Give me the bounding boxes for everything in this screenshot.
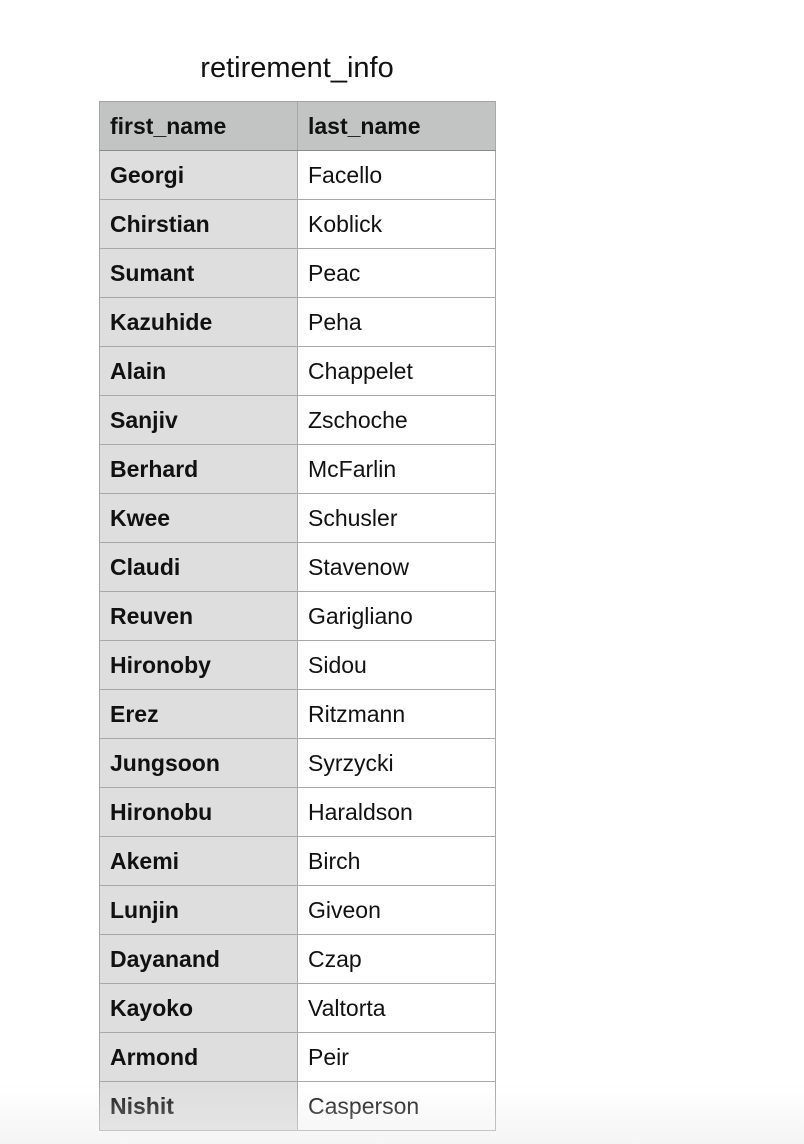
cell-last-name[interactable]: Zschoche: [297, 395, 496, 445]
cell-last-name[interactable]: Czap: [297, 934, 496, 984]
cell-last-name[interactable]: Koblick: [297, 199, 496, 249]
table-row: Dayanand Czap: [99, 934, 496, 984]
table-row: Jungsoon Syrzycki: [99, 738, 496, 788]
cell-last-name[interactable]: Ritzmann: [297, 689, 496, 739]
cell-last-name[interactable]: Garigliano: [297, 591, 496, 641]
table-row: Kwee Schusler: [99, 493, 496, 543]
table-row: Hironobu Haraldson: [99, 787, 496, 837]
cell-first-name[interactable]: Nishit: [99, 1081, 298, 1131]
table-row: Akemi Birch: [99, 836, 496, 886]
cell-last-name[interactable]: Giveon: [297, 885, 496, 935]
table-row: Kazuhide Peha: [99, 297, 496, 347]
table-title: retirement_info: [200, 52, 394, 84]
cell-first-name[interactable]: Berhard: [99, 444, 298, 494]
cell-first-name[interactable]: Kayoko: [99, 983, 298, 1033]
cell-first-name[interactable]: Armond: [99, 1032, 298, 1082]
cell-last-name[interactable]: Birch: [297, 836, 496, 886]
table-row: Berhard McFarlin: [99, 444, 496, 494]
cell-first-name[interactable]: Reuven: [99, 591, 298, 641]
table-row: Georgi Facello: [99, 150, 496, 200]
header-row: first_name last_name: [99, 101, 496, 151]
cell-first-name[interactable]: Kwee: [99, 493, 298, 543]
cell-first-name[interactable]: Hironobu: [99, 787, 298, 837]
table-row: Kayoko Valtorta: [99, 983, 496, 1033]
cell-first-name[interactable]: Erez: [99, 689, 298, 739]
table-row: Erez Ritzmann: [99, 689, 496, 739]
cell-first-name[interactable]: Sanjiv: [99, 395, 298, 445]
cell-first-name[interactable]: Hironoby: [99, 640, 298, 690]
cell-last-name[interactable]: Sidou: [297, 640, 496, 690]
cell-first-name[interactable]: Chirstian: [99, 199, 298, 249]
table-body: Georgi Facello Chirstian Koblick Sumant Peac K…: [99, 150, 496, 1131]
table-row: Nishit Casperson: [99, 1081, 496, 1131]
cell-last-name[interactable]: Chappelet: [297, 346, 496, 396]
table-row: Alain Chappelet: [99, 346, 496, 396]
cell-first-name[interactable]: Georgi: [99, 150, 298, 200]
table-row: Chirstian Koblick: [99, 199, 496, 249]
cell-last-name[interactable]: Facello: [297, 150, 496, 200]
cell-first-name[interactable]: Lunjin: [99, 885, 298, 935]
cell-first-name[interactable]: Akemi: [99, 836, 298, 886]
cell-first-name[interactable]: Claudi: [99, 542, 298, 592]
table-row: Sumant Peac: [99, 248, 496, 298]
column-header-first-name[interactable]: first_name: [99, 101, 298, 151]
cell-last-name[interactable]: Schusler: [297, 493, 496, 543]
cell-last-name[interactable]: Peir: [297, 1032, 496, 1082]
cell-last-name[interactable]: Syrzycki: [297, 738, 496, 788]
table-row: Lunjin Giveon: [99, 885, 496, 935]
cell-last-name[interactable]: Casperson: [297, 1081, 496, 1131]
table-row: Reuven Garigliano: [99, 591, 496, 641]
table-row: Claudi Stavenow: [99, 542, 496, 592]
column-header-last-name[interactable]: last_name: [297, 101, 496, 151]
table-row: Armond Peir: [99, 1032, 496, 1082]
cell-first-name[interactable]: Jungsoon: [99, 738, 298, 788]
cell-last-name[interactable]: McFarlin: [297, 444, 496, 494]
data-table: first_name last_name Georgi Facello Chirst…: [99, 101, 496, 1131]
cell-first-name[interactable]: Sumant: [99, 248, 298, 298]
cell-first-name[interactable]: Alain: [99, 346, 298, 396]
cell-first-name[interactable]: Dayanand: [99, 934, 298, 984]
table-row: Sanjiv Zschoche: [99, 395, 496, 445]
cell-last-name[interactable]: Peha: [297, 297, 496, 347]
cell-last-name[interactable]: Valtorta: [297, 983, 496, 1033]
table-header: first_name last_name: [99, 101, 496, 151]
table-row: Hironoby Sidou: [99, 640, 496, 690]
cell-last-name[interactable]: Peac: [297, 248, 496, 298]
cell-last-name[interactable]: Haraldson: [297, 787, 496, 837]
cell-last-name[interactable]: Stavenow: [297, 542, 496, 592]
cell-first-name[interactable]: Kazuhide: [99, 297, 298, 347]
